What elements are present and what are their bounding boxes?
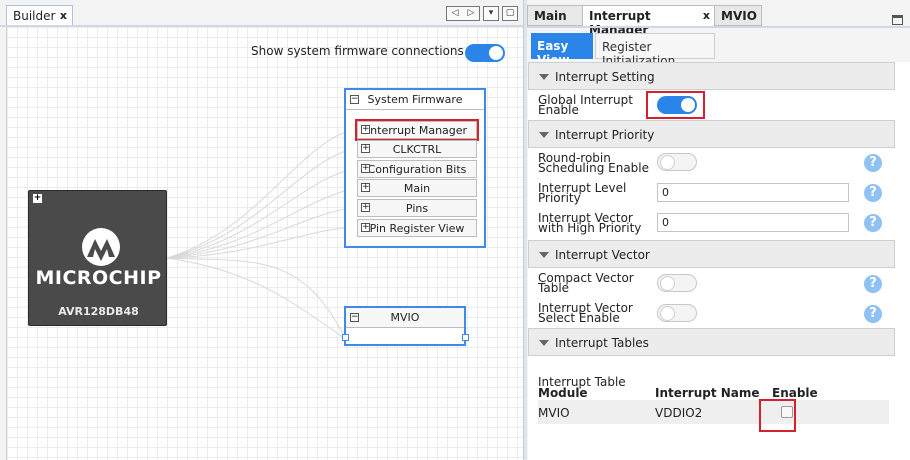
round-robin-toggle[interactable] — [657, 153, 697, 171]
fw-item-configuration-bits[interactable]: + Configuration Bits — [357, 160, 477, 178]
fw-item-label: Pins — [405, 202, 429, 215]
config-panel: Main Interrupt Manager x MVIO Easy View … — [527, 0, 910, 460]
section-interrupt-setting[interactable]: Interrupt Setting — [528, 62, 895, 90]
vector-select-enable-toggle[interactable] — [657, 304, 697, 322]
firmware-connections-label: Show system firmware connections — [251, 44, 464, 58]
fw-item-label: Configuration Bits — [367, 163, 467, 176]
vector-select-enable-label: Interrupt Vector Select Enable — [538, 302, 653, 325]
highlight-box — [759, 399, 796, 432]
expand-icon[interactable]: + — [361, 203, 370, 212]
collapse-triangle-icon[interactable] — [539, 74, 549, 80]
system-firmware-box[interactable]: − System Firmware + Interrupt Manager + … — [344, 88, 486, 248]
help-icon[interactable]: ? — [864, 214, 882, 232]
maximize-icon[interactable] — [892, 15, 903, 25]
expand-icon[interactable]: + — [361, 125, 370, 134]
fw-item-main[interactable]: + Main — [357, 179, 477, 197]
tab-label: Main — [534, 9, 567, 23]
global-interrupt-label: Global Interrupt Enable — [538, 94, 653, 116]
collapse-triangle-icon[interactable] — [539, 132, 549, 138]
fw-item-label: Pin Register View — [369, 222, 465, 235]
collapse-triangle-icon[interactable] — [539, 252, 549, 258]
fw-item-interrupt-manager[interactable]: + Interrupt Manager — [355, 119, 479, 141]
system-firmware-title: System Firmware — [367, 93, 463, 106]
chip-model: AVR128DB48 — [58, 305, 139, 318]
label-line: Select Enable — [538, 311, 620, 325]
section-title: Interrupt Tables — [555, 336, 649, 350]
table-row: MVIO VDDIO2 — [538, 400, 889, 424]
expand-icon[interactable]: + — [361, 183, 370, 192]
section-title: Interrupt Setting — [555, 70, 655, 84]
fw-item-label: Main — [403, 182, 431, 195]
mvio-title: MVIO — [390, 311, 420, 324]
fw-item-pins[interactable]: + Pins — [357, 199, 477, 217]
easy-view-content: Interrupt Setting Global Interrupt Enabl… — [528, 62, 910, 460]
help-icon[interactable]: ? — [864, 305, 882, 323]
column-header-interrupt-name: Interrupt Name — [655, 386, 760, 400]
interrupt-level-priority-label: Interrupt Level Priority — [538, 182, 653, 204]
interrupt-level-priority-field[interactable]: 0 — [657, 183, 849, 202]
label-line: Scheduling Enable — [538, 161, 650, 175]
panel-tabs: Main Interrupt Manager x MVIO — [527, 5, 910, 37]
expand-icon[interactable]: + — [361, 144, 370, 153]
system-firmware-header: − System Firmware — [346, 90, 484, 110]
firmware-connections-toggle[interactable] — [465, 44, 505, 62]
chip-brand: MICROCHIP — [35, 267, 162, 289]
fw-item-label: CLKCTRL — [392, 143, 442, 156]
help-icon[interactable]: ? — [864, 154, 882, 172]
input-port[interactable] — [342, 334, 349, 341]
device-chip[interactable]: + MICROCHIP AVR128DB48 — [28, 190, 167, 326]
tab-label: MVIO — [721, 9, 757, 23]
highlight-box — [646, 91, 705, 119]
round-robin-label: Round-robin Scheduling Enable — [538, 152, 653, 175]
cell-interrupt-name: VDDIO2 — [655, 406, 703, 420]
tab-register-initialization[interactable]: Register Initialization — [595, 33, 715, 68]
help-icon[interactable]: ? — [864, 275, 882, 293]
tab-strip-divider — [527, 26, 910, 28]
tab-main[interactable]: Main — [527, 5, 583, 26]
fw-item-label: Interrupt Manager — [366, 124, 468, 137]
section-interrupt-tables[interactable]: Interrupt Tables — [528, 328, 895, 356]
fw-item-pin-register-view[interactable]: + Pin Register View — [357, 219, 477, 237]
tab-easy-view[interactable]: Easy View — [531, 33, 593, 67]
section-interrupt-vector[interactable]: Interrupt Vector — [528, 240, 895, 268]
compact-vector-table-toggle[interactable] — [657, 274, 697, 292]
close-icon[interactable]: x — [703, 9, 710, 22]
label-line: with High Priority — [538, 221, 642, 235]
collapse-icon[interactable]: − — [350, 95, 359, 104]
expand-icon[interactable]: + — [361, 223, 370, 232]
tab-interrupt-manager[interactable]: Interrupt Manager x — [582, 5, 715, 37]
section-title: Interrupt Priority — [555, 128, 655, 142]
cell-module: MVIO — [538, 406, 570, 420]
microchip-logo-icon — [82, 228, 120, 266]
column-header-enable: Enable — [772, 386, 818, 400]
column-header-module: Module — [538, 386, 588, 400]
builder-pane: Builder x ◁ ▷ ▾ ▢ Show system firmware c… — [0, 0, 523, 460]
vector-high-priority-field[interactable]: 0 — [657, 213, 849, 232]
vector-high-priority-label: Interrupt Vector with High Priority — [538, 212, 653, 235]
compact-vector-table-label: Compact Vector Table — [538, 272, 653, 294]
output-port[interactable] — [462, 334, 469, 341]
expand-icon[interactable]: + — [361, 164, 370, 173]
collapse-triangle-icon[interactable] — [539, 340, 549, 346]
help-icon[interactable]: ? — [864, 184, 882, 202]
section-interrupt-priority[interactable]: Interrupt Priority — [528, 120, 895, 148]
expand-icon[interactable]: + — [33, 194, 42, 203]
fw-item-clkctrl[interactable]: + CLKCTRL — [357, 140, 477, 158]
tab-mvio[interactable]: MVIO — [714, 5, 762, 26]
collapse-icon[interactable]: − — [350, 313, 359, 322]
mvio-box[interactable]: − MVIO — [344, 306, 466, 346]
mvio-header: − MVIO — [346, 308, 464, 328]
section-title: Interrupt Vector — [555, 248, 650, 262]
